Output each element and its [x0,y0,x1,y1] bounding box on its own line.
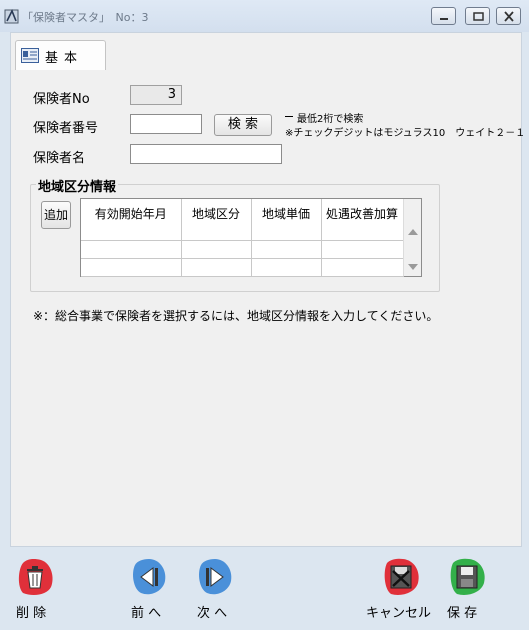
restore-button[interactable] [465,7,490,25]
footer-note: ※：総合事業で保険者を選択するには、地域区分情報を入力してください。 [33,309,439,323]
prev-label: 前 へ [131,606,162,621]
tab-label: 基本 [45,51,84,66]
save-disk-icon[interactable] [447,557,487,597]
column-header[interactable]: 有効開始年月 [81,199,182,241]
title-bar: 「保険者マスタ」 No：3 [0,0,529,32]
table-cell[interactable] [251,240,322,259]
add-button[interactable]: 追加 [41,201,71,229]
close-icon [504,11,514,22]
next-arrow-icon[interactable] [195,557,235,597]
table-row[interactable] [81,240,404,259]
table-cell[interactable] [181,258,252,277]
grid-scrollbar[interactable] [403,199,421,276]
table-cell[interactable] [321,240,404,259]
table-cell[interactable] [251,258,322,277]
insurer-number-input[interactable] [130,114,202,134]
insurer-no-field: 3 [130,85,182,105]
app-icon [4,9,19,24]
region-group-title: 地域区分情報 [36,176,119,195]
tab-basic[interactable]: 基本 [15,40,106,70]
table-cell[interactable] [321,258,404,277]
delete-label: 削 除 [16,606,47,621]
column-header[interactable]: 地域区分 [181,199,252,241]
table-row[interactable] [81,258,404,277]
minimize-icon [440,18,448,20]
cancel-disk-icon[interactable] [381,557,421,597]
close-button[interactable] [496,7,521,25]
insurer-no-label: 保険者No [33,92,90,107]
column-header[interactable]: 地域単価 [251,199,322,241]
region-grid: 有効開始年月 地域区分 地域単価 処遇改善加算 [80,198,422,277]
search-note: 最低2桁で検索 [297,114,364,125]
card-icon [21,48,39,63]
trash-icon[interactable] [15,557,55,597]
scroll-arrows-icon [408,229,418,270]
window-title: 「保険者マスタ」 No：3 [22,11,149,24]
table-cell[interactable] [181,240,252,259]
column-header[interactable]: 処遇改善加算 [321,199,404,241]
restore-icon [473,12,484,21]
table-cell[interactable] [81,258,182,277]
next-label: 次 へ [197,606,228,621]
checkdigit-note: ※チェックデジットはモジュラス10 ウェイト２－１ [285,128,526,139]
insurer-number-label: 保険者番号 [33,121,99,136]
prev-arrow-icon[interactable] [129,557,169,597]
cancel-label: キャンセル [366,606,432,621]
save-label: 保 存 [447,606,478,621]
table-cell[interactable] [81,240,182,259]
note-dash [285,116,293,117]
search-button[interactable]: 検 索 [214,114,272,136]
insurer-name-label: 保険者名 [33,151,86,166]
insurer-name-input[interactable] [130,144,282,164]
minimize-button[interactable] [431,7,456,25]
